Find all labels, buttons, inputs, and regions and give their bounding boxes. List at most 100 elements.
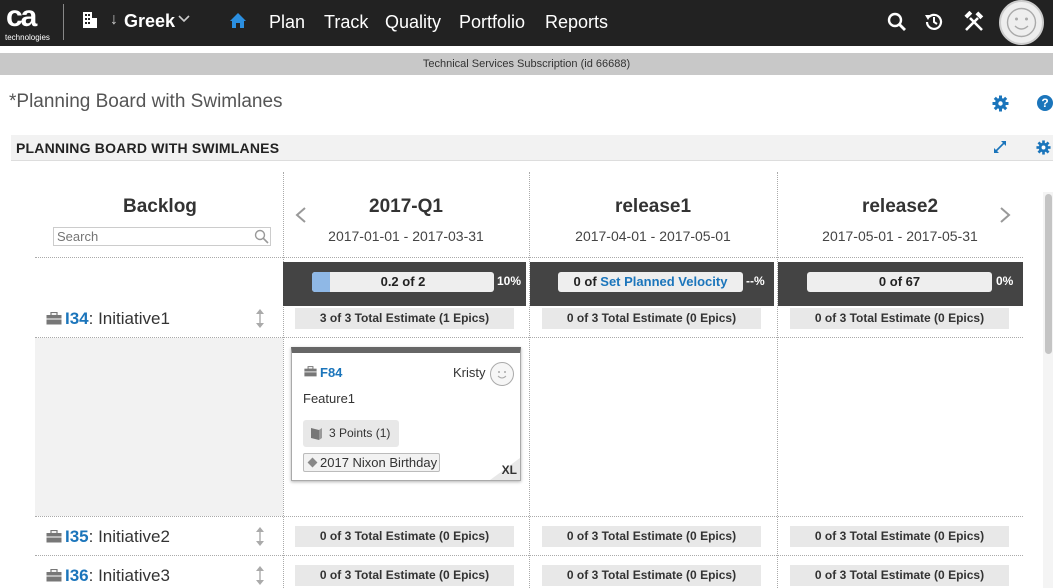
initiative-name: : Initiative3 <box>88 566 170 585</box>
search-icon[interactable] <box>254 229 269 244</box>
card-name: Feature1 <box>303 391 356 406</box>
velocity-label: 0 of 67 <box>878 274 921 289</box>
subscription-bar: Technical Services Subscription (id 6668… <box>0 53 1053 75</box>
lane-estimate: 3 of 3 Total Estimate (1 Epics) <box>295 308 514 329</box>
panel-title: PLANNING BOARD WITH SWIMLANES <box>16 140 280 156</box>
home-icon[interactable] <box>229 12 247 30</box>
lane-estimate: 0 of 3 Total Estimate (0 Epics) <box>542 308 761 329</box>
lane-estimate: 0 of 3 Total Estimate (0 Epics) <box>790 526 1009 547</box>
lane-estimate: 0 of 3 Total Estimate (0 Epics) <box>542 526 761 547</box>
drag-handle-icon[interactable] <box>255 309 265 328</box>
column-divider <box>283 172 284 588</box>
card-owner: Kristy <box>453 365 486 380</box>
history-icon[interactable] <box>923 11 945 33</box>
down-arrow-icon: ↓ <box>110 11 118 28</box>
panel-settings-gear-icon[interactable] <box>1036 140 1051 155</box>
points-badge: 3 Points (1) <box>303 420 399 447</box>
milestone-label: 2017 Nixon Birthday <box>320 455 438 470</box>
gear-icon[interactable] <box>992 95 1009 112</box>
panel-header: PLANNING BOARD WITH SWIMLANES <box>11 135 1053 161</box>
backlog-search-input[interactable] <box>53 227 271 246</box>
lane-estimate: 0 of 3 Total Estimate (0 Epics) <box>790 565 1009 586</box>
column-title: 2017-Q1 <box>369 196 443 217</box>
nav-track[interactable]: Track <box>324 12 368 33</box>
swimlane-initiative1: I34: Initiative1 <box>46 309 170 329</box>
column-divider <box>777 172 778 588</box>
lane-estimate: 0 of 3 Total Estimate (0 Epics) <box>295 526 514 547</box>
owner-avatar <box>490 362 514 386</box>
swimlane-initiative3: I36: Initiative3 <box>46 566 170 586</box>
lane-estimate: 0 of 3 Total Estimate (0 Epics) <box>542 565 761 586</box>
briefcase-icon <box>46 312 62 325</box>
initiative-id-link[interactable]: I35 <box>65 527 89 546</box>
nav-portfolio[interactable]: Portfolio <box>459 12 525 33</box>
drag-handle-icon[interactable] <box>255 566 265 585</box>
briefcase-icon <box>46 569 62 582</box>
velocity-bar: 0 of Set Planned Velocity <box>558 272 743 292</box>
points-label: 3 Points (1) <box>329 426 391 440</box>
column-divider <box>529 172 530 588</box>
backlog-title: Backlog <box>123 196 197 217</box>
card-id-link[interactable]: F84 <box>320 365 342 380</box>
logo-text: ca <box>6 0 37 33</box>
column-dates: 2017-05-01 - 2017-05-31 <box>822 228 978 244</box>
velocity-label: 0.2 of 2 <box>380 274 426 289</box>
tools-icon[interactable] <box>963 11 985 33</box>
initiative-id-link[interactable]: I34 <box>65 309 89 328</box>
velocity-bar: 0.2 of 2 <box>312 272 494 292</box>
velocity-bar: 0 of 67 <box>807 272 992 292</box>
column-dates: 2017-04-01 - 2017-05-01 <box>575 228 731 244</box>
nav-plan[interactable]: Plan <box>269 12 305 33</box>
velocity-fill <box>312 272 331 292</box>
workspace-name[interactable]: Greek <box>124 11 175 32</box>
backlog-lane-area <box>35 338 283 516</box>
page-title: *Planning Board with Swimlanes <box>9 91 283 112</box>
briefcase-icon <box>304 366 317 377</box>
column-title: release1 <box>614 196 692 217</box>
user-avatar[interactable] <box>999 0 1044 45</box>
divider <box>63 4 64 40</box>
milestone-diamond-icon <box>307 457 318 468</box>
scrollbar-thumb[interactable] <box>1045 194 1052 354</box>
lane-estimate: 0 of 3 Total Estimate (0 Epics) <box>790 308 1009 329</box>
feature-card[interactable]: F84 Kristy Feature1 3 Points (1) 2017 Ni… <box>291 347 521 481</box>
velocity-box: 0 of Set Planned Velocity --% <box>530 262 774 306</box>
column-header-release1: release1 2017-04-01 - 2017-05-01 <box>531 196 775 244</box>
initiative-id-link[interactable]: I36 <box>65 566 89 585</box>
velocity-box: 0 of 67 0% <box>778 262 1023 306</box>
column-header-release2: release2 2017-05-01 - 2017-05-31 <box>779 196 1021 244</box>
velocity-percent: 0% <box>996 274 1014 288</box>
initiative-name: : Initiative1 <box>88 309 170 328</box>
size-badge: XL <box>501 463 517 477</box>
book-icon <box>311 428 322 440</box>
row-divider <box>35 516 1023 517</box>
ca-logo[interactable]: ca technologies <box>2 0 58 43</box>
column-dates: 2017-01-01 - 2017-03-31 <box>328 228 484 244</box>
logo-subtext: technologies <box>5 33 50 42</box>
nav-reports[interactable]: Reports <box>545 12 608 33</box>
initiative-name: : Initiative2 <box>88 527 170 546</box>
row-divider <box>35 555 1023 556</box>
expand-icon[interactable] <box>993 140 1007 154</box>
smiley-face-icon <box>1006 7 1037 38</box>
drag-handle-icon[interactable] <box>255 527 265 546</box>
column-title: release2 <box>861 196 939 217</box>
set-planned-velocity-link[interactable]: Set Planned Velocity <box>600 274 727 289</box>
search-icon[interactable] <box>887 11 907 33</box>
top-navigation-bar: ca technologies ↓ Greek Plan Track Quali… <box>0 0 1053 46</box>
briefcase-icon <box>46 530 62 543</box>
nav-quality[interactable]: Quality <box>385 12 441 33</box>
help-icon[interactable]: ? <box>1037 95 1053 111</box>
velocity-box: 0.2 of 2 10% <box>283 262 526 306</box>
chevron-down-icon[interactable] <box>178 14 190 24</box>
lane-estimate: 0 of 3 Total Estimate (0 Epics) <box>295 565 514 586</box>
velocity-percent: 10% <box>497 274 522 288</box>
row-divider <box>35 257 1023 258</box>
velocity-label: 0 of <box>573 274 601 289</box>
milestone-tag[interactable]: 2017 Nixon Birthday <box>303 453 440 472</box>
building-icon[interactable] <box>82 11 98 29</box>
velocity-percent: --% <box>746 274 765 288</box>
column-header-2017-q1: 2017-Q1 2017-01-01 - 2017-03-31 <box>285 196 527 244</box>
swimlane-initiative2: I35: Initiative2 <box>46 527 170 547</box>
vertical-scrollbar[interactable] <box>1043 192 1053 588</box>
